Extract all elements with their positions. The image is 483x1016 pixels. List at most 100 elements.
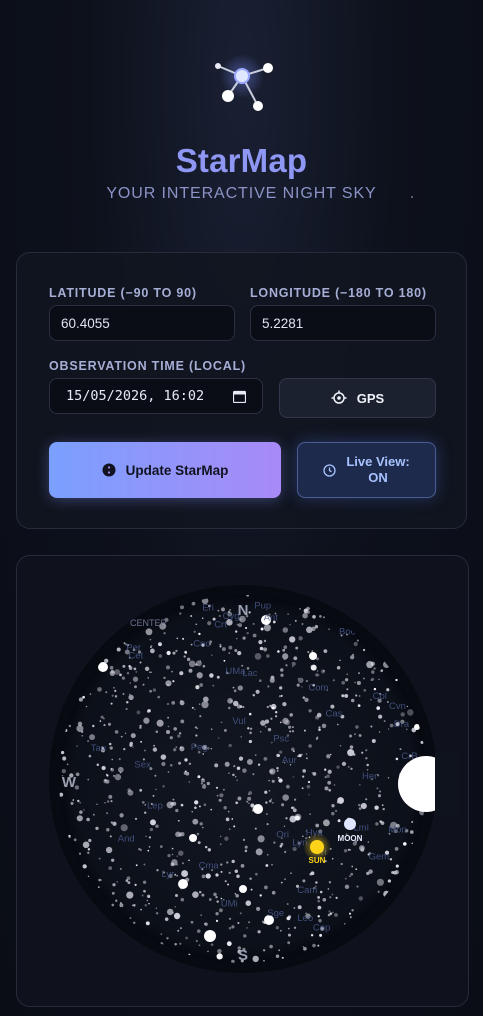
- star: [263, 639, 267, 643]
- star: [224, 836, 229, 841]
- star: [111, 891, 115, 895]
- star: [87, 740, 90, 743]
- star: [226, 941, 232, 947]
- star: [269, 799, 272, 803]
- live-view-toggle[interactable]: Live View: ON: [297, 442, 436, 498]
- star: [341, 761, 347, 767]
- star: [349, 734, 353, 738]
- star: [317, 944, 320, 947]
- compass-north: N: [238, 602, 249, 619]
- skymap-card: Her CrB Boo Cvn Com UMa Lmi Leo Sex Crt Hya Lyn Cnc A…: [16, 555, 469, 1007]
- star: [305, 757, 308, 760]
- star: [323, 768, 327, 772]
- update-starmap-button[interactable]: Update StarMap: [49, 442, 281, 498]
- star: [115, 899, 118, 902]
- star: [287, 613, 289, 615]
- latitude-input[interactable]: 60.4055: [49, 305, 235, 341]
- star: [362, 677, 365, 680]
- star: [309, 872, 313, 876]
- longitude-input[interactable]: 5.2281: [250, 305, 436, 341]
- star: [367, 841, 370, 843]
- star: [333, 784, 336, 786]
- star: [319, 615, 322, 618]
- star: [128, 694, 134, 701]
- star: [285, 664, 288, 667]
- star: [243, 934, 247, 938]
- star: [153, 744, 156, 747]
- star: [175, 746, 178, 748]
- star: [237, 921, 240, 925]
- star: [156, 719, 164, 727]
- star: [411, 821, 414, 823]
- star: [234, 892, 237, 895]
- star: [263, 624, 271, 632]
- app-subtitle: YOUR INTERACTIVE NIGHT SKY: [106, 185, 377, 202]
- star: [283, 658, 286, 661]
- star: [267, 727, 272, 732]
- star: [277, 776, 280, 779]
- star: [358, 896, 363, 901]
- bright-star: [239, 885, 247, 893]
- star: [306, 784, 311, 789]
- star: [344, 923, 346, 925]
- star: [196, 727, 199, 730]
- star: [150, 671, 153, 674]
- star: [254, 827, 257, 830]
- star: [308, 709, 312, 713]
- star: [68, 724, 72, 728]
- bright-star: [204, 930, 216, 942]
- star: [286, 784, 290, 789]
- star: [269, 944, 273, 949]
- star: [307, 780, 311, 784]
- star: [339, 745, 342, 747]
- star: [109, 835, 112, 838]
- star: [114, 730, 119, 734]
- constellation-label: Com: [308, 682, 328, 693]
- calendar-icon[interactable]: [233, 390, 246, 403]
- longitude-label: LONGITUDE (−180 TO 180): [250, 286, 427, 300]
- star: [257, 930, 261, 934]
- star: [171, 701, 176, 705]
- star: [233, 689, 237, 693]
- star: [166, 801, 174, 809]
- star: [111, 858, 115, 862]
- moon-marker[interactable]: [344, 818, 356, 830]
- star: [356, 680, 361, 686]
- star: [206, 781, 210, 786]
- star: [322, 616, 326, 619]
- compass-west: W: [62, 774, 77, 791]
- star: [275, 954, 280, 959]
- star: [150, 648, 155, 654]
- star: [72, 799, 75, 801]
- star: [143, 749, 146, 752]
- star: [374, 805, 379, 810]
- star: [318, 726, 321, 729]
- star: [305, 753, 308, 755]
- star: [336, 723, 339, 726]
- skymap-canvas[interactable]: HerCrBBooCvnComUMaLmiLeoSexCrtHyaLynCncA…: [17, 556, 469, 1007]
- star: [77, 799, 80, 803]
- star: [120, 735, 123, 738]
- sun-marker[interactable]: [310, 840, 324, 854]
- star: [264, 719, 270, 724]
- star: [163, 676, 166, 680]
- star: [344, 678, 349, 682]
- star: [221, 647, 226, 652]
- star: [322, 819, 330, 827]
- star: [135, 671, 138, 673]
- star: [324, 786, 329, 791]
- star: [280, 881, 283, 884]
- star: [198, 703, 201, 705]
- gps-button[interactable]: GPS: [279, 378, 436, 418]
- star: [248, 611, 251, 614]
- observation-time-input[interactable]: 15/05/2026, 16:02: [49, 378, 263, 414]
- star: [188, 762, 192, 766]
- constellation-label: Her: [362, 771, 377, 782]
- star: [291, 806, 294, 810]
- star: [163, 632, 166, 635]
- star: [315, 673, 319, 677]
- star: [278, 778, 283, 783]
- star: [335, 896, 338, 900]
- star: [177, 929, 180, 932]
- star: [327, 913, 331, 917]
